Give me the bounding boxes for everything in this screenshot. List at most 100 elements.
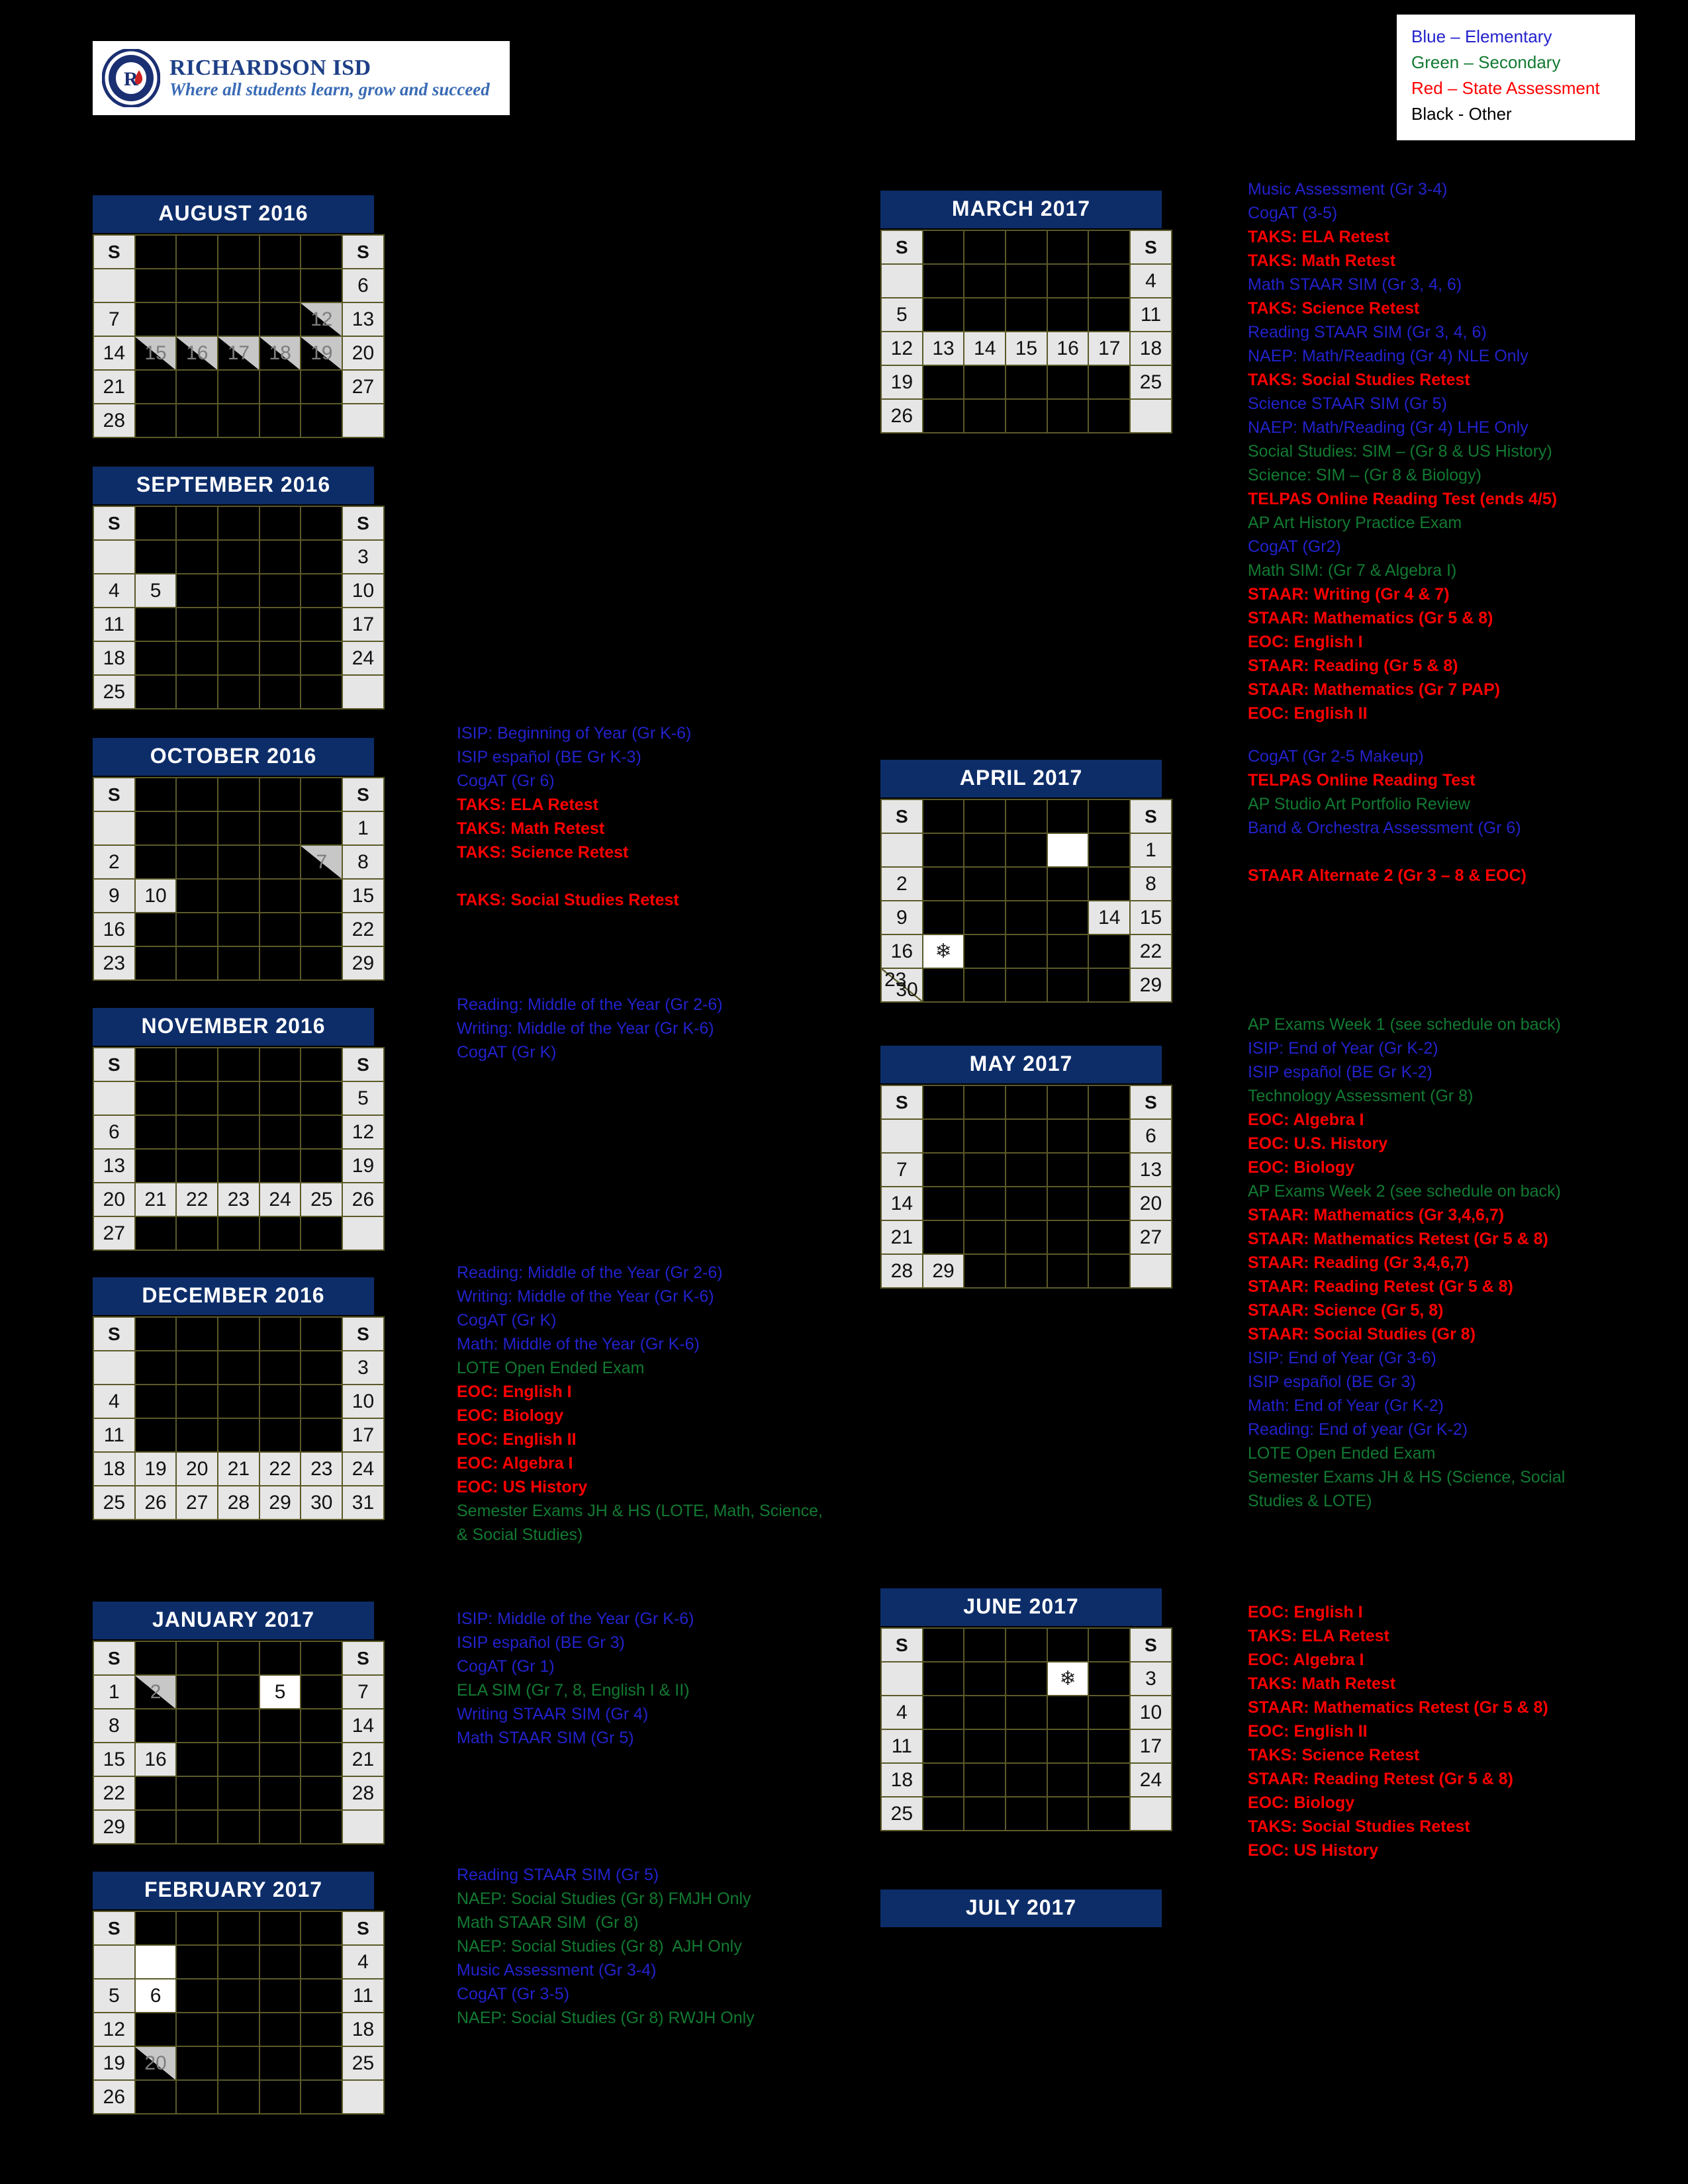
- calendar-day-cell[interactable]: 9: [134, 1708, 177, 1743]
- calendar-day-cell[interactable]: 27: [258, 946, 302, 981]
- calendar-day-cell[interactable]: [217, 268, 260, 303]
- calendar-day-cell[interactable]: 29: [175, 1216, 219, 1251]
- calendar-day-cell[interactable]: [1088, 833, 1131, 868]
- calendar-day-cell[interactable]: 3: [1005, 1118, 1048, 1154]
- calendar-day-cell[interactable]: 22: [134, 369, 177, 404]
- calendar-day-cell[interactable]: [1046, 1253, 1090, 1289]
- calendar-day-cell[interactable]: [258, 2079, 302, 2115]
- calendar-day-cell[interactable]: 26: [258, 1776, 302, 1811]
- calendar-day-cell[interactable]: 1: [175, 1944, 219, 1979]
- calendar-day-cell[interactable]: 8: [258, 1384, 302, 1419]
- calendar-day-cell[interactable]: 11: [217, 1708, 260, 1743]
- calendar-day-cell[interactable]: 2: [217, 1081, 260, 1116]
- calendar-day-cell[interactable]: 19: [1088, 1186, 1131, 1221]
- calendar-day-cell[interactable]: [921, 833, 965, 868]
- calendar-day-cell[interactable]: [300, 268, 344, 303]
- calendar-day-cell[interactable]: 3: [342, 1350, 385, 1385]
- calendar-day-cell[interactable]: 28: [217, 674, 260, 709]
- calendar-day-cell[interactable]: [258, 1216, 302, 1251]
- calendar-day-cell[interactable]: 20: [134, 2046, 177, 2081]
- calendar-day-cell[interactable]: [93, 539, 136, 574]
- calendar-day-cell[interactable]: [217, 539, 260, 574]
- calendar-day-cell[interactable]: 6: [1129, 1118, 1172, 1154]
- calendar-day-cell[interactable]: 15: [1046, 1729, 1090, 1764]
- calendar-day-cell[interactable]: 27: [93, 1216, 136, 1251]
- calendar-day-cell[interactable]: 28: [217, 1485, 260, 1520]
- calendar-day-cell[interactable]: 26: [880, 398, 923, 433]
- calendar-day-cell[interactable]: 21: [175, 2046, 219, 2081]
- calendar-day-cell[interactable]: 7: [175, 1978, 219, 2013]
- calendar-day-cell[interactable]: 12: [134, 607, 177, 642]
- calendar-day-cell[interactable]: [921, 1661, 965, 1696]
- calendar-day-cell[interactable]: 23: [175, 369, 219, 404]
- calendar-day-cell[interactable]: 25: [93, 1485, 136, 1520]
- calendar-day-cell[interactable]: 6: [175, 1384, 219, 1419]
- calendar-day-cell[interactable]: 1: [93, 1674, 136, 1709]
- calendar-day-cell[interactable]: 11: [300, 1115, 344, 1150]
- calendar-day-cell[interactable]: 7: [217, 573, 260, 608]
- calendar-day-cell[interactable]: 17: [134, 912, 177, 947]
- calendar-day-cell[interactable]: 25: [258, 369, 302, 404]
- calendar-day-cell[interactable]: 12: [300, 302, 344, 337]
- calendar-day-cell[interactable]: 5: [921, 1695, 965, 1730]
- calendar-day-cell[interactable]: 25: [217, 1776, 260, 1811]
- calendar-day-cell[interactable]: 7: [880, 1152, 923, 1187]
- calendar-day-cell[interactable]: [175, 1350, 219, 1385]
- calendar-day-cell[interactable]: 27: [175, 1485, 219, 1520]
- calendar-day-cell[interactable]: 21: [217, 641, 260, 676]
- calendar-day-cell[interactable]: 25: [880, 1796, 923, 1831]
- calendar-day-cell[interactable]: 2: [963, 1118, 1007, 1154]
- calendar-day-cell[interactable]: 14: [175, 2012, 219, 2047]
- calendar-day-cell[interactable]: 10: [258, 1115, 302, 1150]
- calendar-day-cell[interactable]: 29: [93, 1809, 136, 1844]
- calendar-day-cell[interactable]: 25: [300, 1182, 344, 1217]
- calendar-day-cell[interactable]: 20: [300, 1742, 344, 1777]
- calendar-day-cell[interactable]: 28: [93, 403, 136, 438]
- calendar-day-cell[interactable]: 20: [963, 1762, 1007, 1797]
- calendar-day-cell[interactable]: 26: [93, 2079, 136, 2115]
- calendar-day-cell[interactable]: 3: [134, 844, 177, 880]
- calendar-day-cell[interactable]: 14: [963, 331, 1007, 366]
- calendar-day-cell[interactable]: 11: [880, 1729, 923, 1764]
- calendar-day-cell[interactable]: 15: [258, 607, 302, 642]
- calendar-day-cell[interactable]: 19: [93, 2046, 136, 2081]
- calendar-day-cell[interactable]: 31: [342, 1485, 385, 1520]
- calendar-day-cell[interactable]: 17: [1005, 1186, 1048, 1221]
- calendar-day-cell[interactable]: 24: [342, 1451, 385, 1486]
- calendar-day-cell[interactable]: 26: [300, 369, 344, 404]
- calendar-day-cell[interactable]: 12: [217, 878, 260, 913]
- calendar-day-cell[interactable]: 26: [1088, 1220, 1131, 1255]
- calendar-day-cell[interactable]: 24: [217, 369, 260, 404]
- calendar-day-cell[interactable]: 7: [93, 302, 136, 337]
- calendar-day-cell[interactable]: 14: [300, 878, 344, 913]
- calendar-day-cell[interactable]: 5: [217, 844, 260, 880]
- calendar-day-cell[interactable]: 24: [921, 968, 965, 1003]
- calendar-day-cell[interactable]: 18: [217, 1742, 260, 1777]
- calendar-day-cell[interactable]: 12: [880, 331, 923, 366]
- calendar-day-cell[interactable]: [342, 674, 385, 709]
- calendar-day-cell[interactable]: 25: [1046, 1220, 1090, 1255]
- calendar-day-cell[interactable]: 13: [963, 1729, 1007, 1764]
- calendar-day-cell[interactable]: [1129, 1253, 1172, 1289]
- calendar-day-cell[interactable]: 30: [300, 1485, 344, 1520]
- calendar-day-cell[interactable]: 24: [1088, 365, 1131, 400]
- calendar-day-cell[interactable]: [175, 811, 219, 846]
- calendar-day-cell[interactable]: 27: [921, 398, 965, 433]
- calendar-day-cell[interactable]: 22: [93, 1776, 136, 1811]
- calendar-day-cell[interactable]: 29: [134, 403, 177, 438]
- calendar-day-cell[interactable]: [134, 1350, 177, 1385]
- calendar-day-cell[interactable]: 30: [963, 1253, 1007, 1289]
- calendar-day-cell[interactable]: 21: [1088, 934, 1131, 969]
- calendar-day-cell[interactable]: 16: [880, 934, 923, 969]
- calendar-day-cell[interactable]: [342, 1216, 385, 1251]
- calendar-day-cell[interactable]: [175, 268, 219, 303]
- calendar-day-cell[interactable]: 20: [921, 365, 965, 400]
- calendar-day-cell[interactable]: 12: [342, 1115, 385, 1150]
- calendar-day-cell[interactable]: 10: [342, 573, 385, 608]
- calendar-day-cell[interactable]: 21: [342, 1742, 385, 1777]
- calendar-day-cell[interactable]: 5: [1088, 1118, 1131, 1154]
- calendar-day-cell[interactable]: 15: [258, 1418, 302, 1453]
- calendar-day-cell[interactable]: 13: [1046, 900, 1090, 935]
- calendar-day-cell[interactable]: 10: [175, 1708, 219, 1743]
- calendar-day-cell[interactable]: [93, 1944, 136, 1979]
